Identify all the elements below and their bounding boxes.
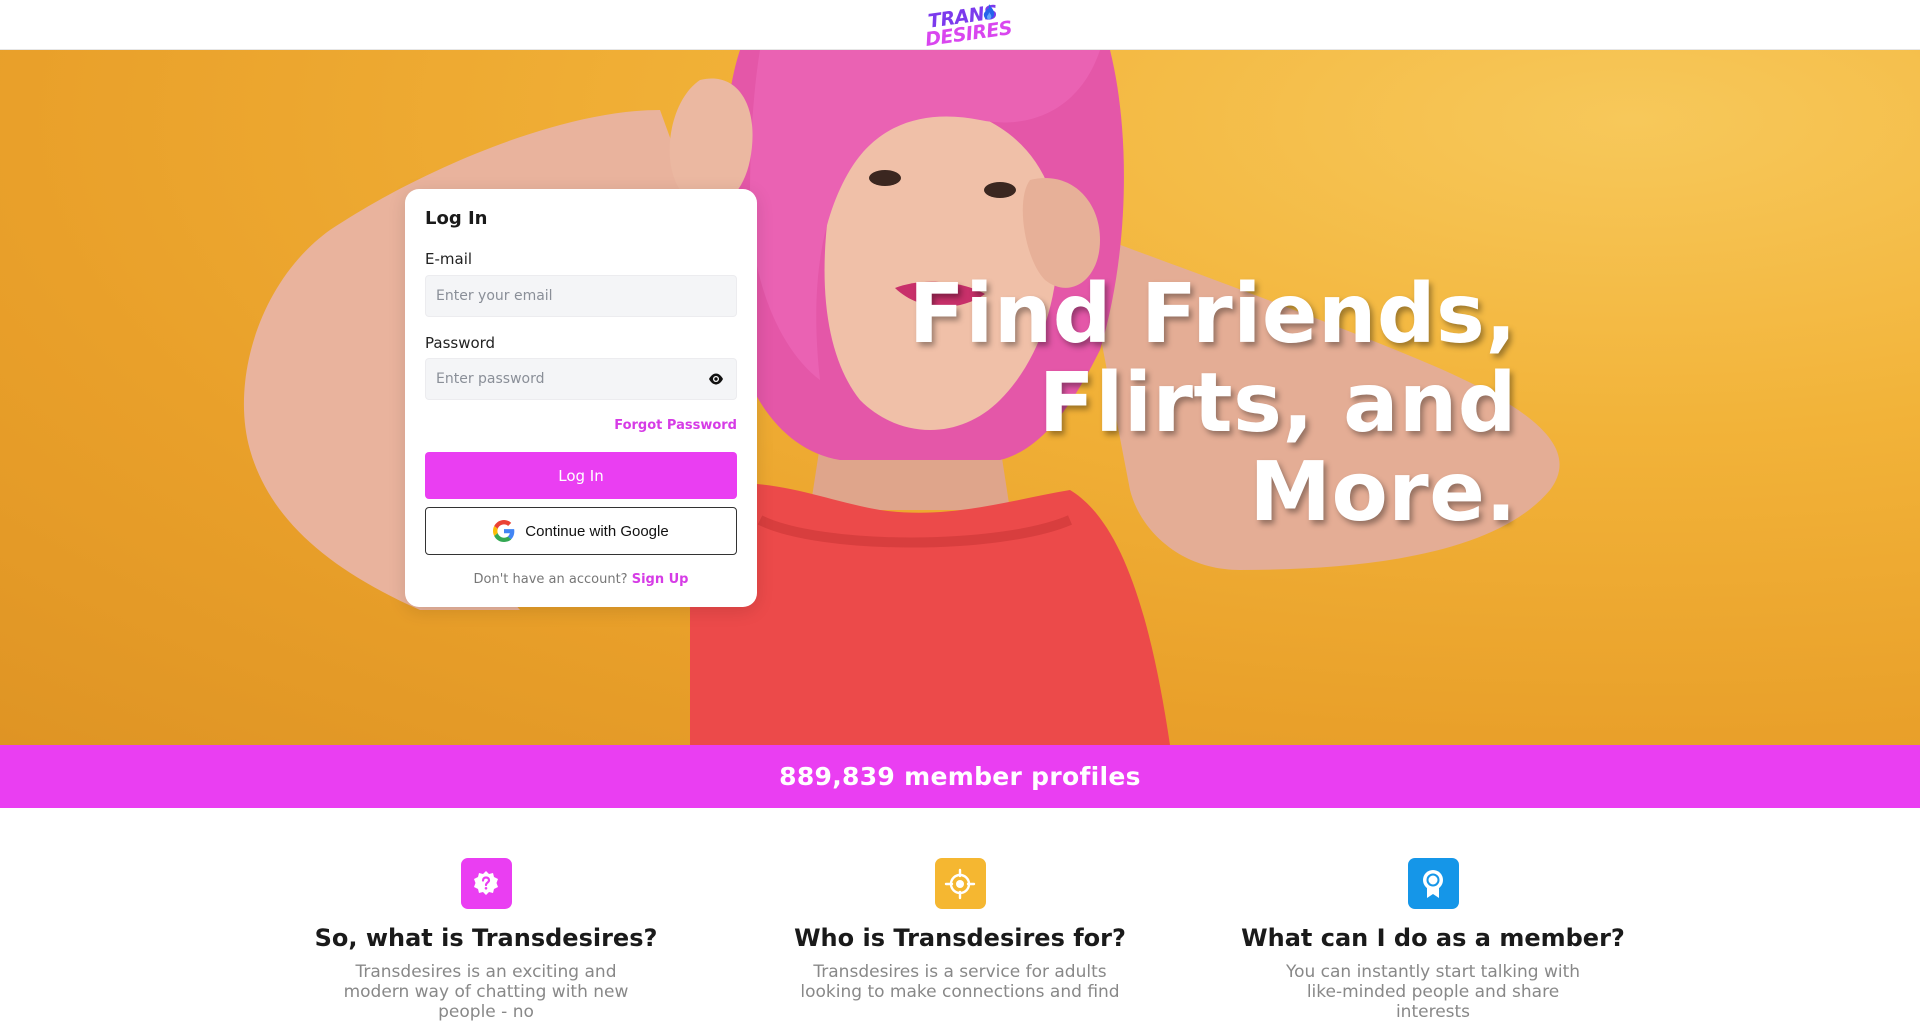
google-icon [493, 520, 515, 542]
login-title: Log In [425, 208, 488, 229]
feature-member-can-do: What can I do as a member? You can insta… [1223, 858, 1643, 1022]
email-label: E-mail [425, 250, 473, 268]
forgot-password-link[interactable]: Forgot Password [614, 418, 737, 433]
no-account-text: Don't have an account? [473, 572, 628, 587]
member-count-text: 889,839 member profiles [779, 762, 1141, 791]
signup-prompt: Don't have an account? Sign Up [405, 572, 757, 587]
site-logo[interactable]: TRANS DESIRES [922, 1, 1014, 51]
feature-title: Who is Transdesires for? [794, 924, 1126, 952]
hero-headline-line1: Find Friends, [908, 267, 1517, 362]
feature-what-is: So, what is Transdesires? Transdesires i… [276, 858, 696, 1022]
feature-title: So, what is Transdesires? [314, 924, 658, 952]
password-input[interactable] [425, 358, 737, 400]
login-submit-button[interactable]: Log In [425, 452, 737, 499]
show-password-eye-icon[interactable] [708, 372, 724, 386]
flame-icon [983, 4, 995, 20]
hero-headline: Find Friends, Flirts, and More. [817, 270, 1517, 537]
award-ribbon-icon [1407, 858, 1459, 909]
hero-headline-line3: More. [1249, 445, 1517, 540]
target-icon [934, 858, 986, 909]
feature-text: You can instantly start talking with lik… [1285, 962, 1581, 1022]
google-button-label: Continue with Google [525, 522, 669, 540]
password-label: Password [425, 334, 496, 352]
hero-headline-line2: Flirts, and [1038, 356, 1517, 451]
signup-link[interactable]: Sign Up [632, 572, 689, 587]
member-count-band: 889,839 member profiles [0, 745, 1920, 808]
question-badge-icon [460, 858, 512, 909]
feature-who-for: Who is Transdesires for? Transdesires is… [750, 858, 1170, 1002]
email-input[interactable] [425, 275, 737, 317]
top-header: TRANS DESIRES [0, 0, 1920, 51]
feature-text: Transdesires is an exciting and modern w… [343, 962, 629, 1022]
feature-title: What can I do as a member? [1241, 924, 1625, 952]
feature-text: Transdesires is a service for adults loo… [800, 962, 1120, 1002]
continue-with-google-button[interactable]: Continue with Google [425, 507, 737, 555]
login-card: Log In E-mail Password Forgot Password L… [405, 189, 757, 607]
hero-section: Find Friends, Flirts, and More. [0, 50, 1920, 745]
